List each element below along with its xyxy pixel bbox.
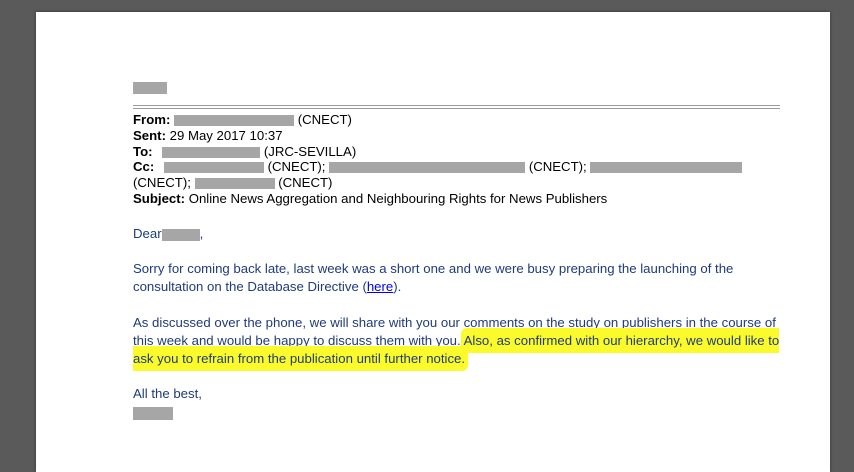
sent-value: 29 May 2017 10:37	[169, 127, 283, 143]
email-header: From: (CNECT) Sent: 29 May 2017 10:37 To…	[133, 112, 793, 207]
redacted-name	[161, 228, 200, 241]
subject-value: Online News Aggregation and Neighbouring…	[188, 190, 608, 206]
redacted-name	[194, 178, 275, 190]
from-org: (CNECT)	[297, 112, 352, 127]
redacted-block	[133, 82, 167, 94]
sent-label: Sent:	[133, 127, 166, 143]
greeting: Dear,	[133, 225, 793, 243]
to-org: (JRC-SEVILLA)	[263, 143, 357, 159]
redacted-name	[590, 162, 743, 174]
header-divider	[133, 108, 780, 109]
redacted-name	[162, 146, 261, 158]
cc-row-cont: (CNECT); (CNECT)	[133, 175, 793, 191]
here-link[interactable]: here	[367, 279, 393, 294]
paragraph-1-text: Sorry for coming back late, last week wa…	[133, 261, 734, 294]
subject-row: Subject: Online News Aggregation and Nei…	[133, 191, 793, 207]
header-divider	[133, 105, 780, 106]
redacted-signature	[133, 407, 173, 420]
redacted-name	[329, 162, 526, 174]
paragraph-1-end: ).	[393, 279, 402, 294]
paragraph-1: Sorry for coming back late, last week wa…	[133, 260, 773, 296]
greeting-text: Dear	[133, 226, 162, 241]
cc-org: (CNECT);	[133, 175, 191, 191]
closing: All the best,	[133, 385, 793, 403]
cc-org: (CNECT);	[267, 159, 326, 175]
closing-text: All the best,	[133, 386, 202, 401]
from-label: From:	[133, 112, 171, 127]
cc-org: (CNECT);	[528, 159, 587, 175]
paragraph-2: As discussed over the phone, we will sha…	[133, 314, 783, 368]
subject-label: Subject:	[133, 190, 186, 206]
cc-label: Cc:	[133, 159, 155, 175]
to-row: To: (JRC-SEVILLA)	[133, 144, 793, 160]
cc-org: (CNECT)	[278, 175, 333, 191]
to-label: To:	[133, 143, 153, 159]
cc-row: Cc: (CNECT); (CNECT);	[133, 159, 793, 175]
document-page: From: (CNECT) Sent: 29 May 2017 10:37 To…	[36, 12, 830, 472]
redacted-name	[163, 162, 264, 174]
sent-row: Sent: 29 May 2017 10:37	[133, 128, 793, 144]
greeting-comma: ,	[199, 226, 204, 241]
from-row: From: (CNECT)	[133, 112, 793, 128]
redacted-name	[174, 115, 295, 127]
